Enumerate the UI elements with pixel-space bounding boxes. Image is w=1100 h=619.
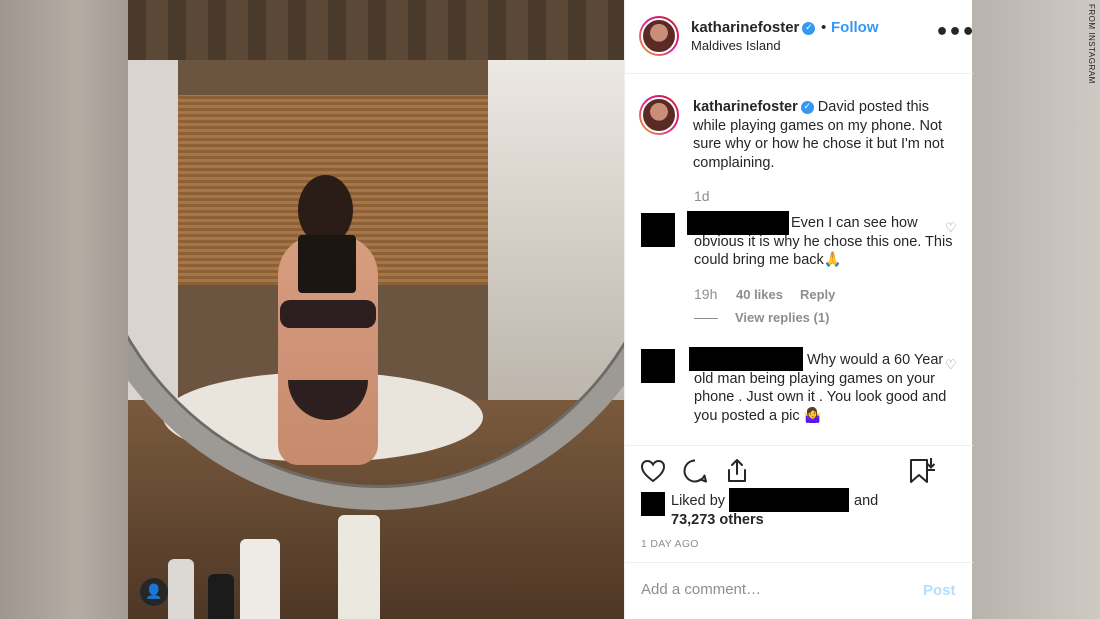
- photo-mirror-frame: [128, 0, 624, 510]
- header-username[interactable]: katharinefoster ✓: [691, 19, 816, 36]
- comment-input[interactable]: [641, 581, 901, 598]
- user-tag-button[interactable]: 👤: [140, 578, 168, 606]
- reply-button[interactable]: Reply: [800, 287, 835, 302]
- likes-count[interactable]: 73,273 others: [671, 512, 764, 528]
- more-options-icon[interactable]: •••: [935, 20, 975, 45]
- redacted-liker-name: [729, 488, 849, 512]
- comment-text: Why would a 60 Year old man being playin…: [694, 352, 947, 424]
- comment-like-icon[interactable]: ♡: [945, 221, 957, 236]
- caption: katharinefoster ✓ David posted this while…: [693, 98, 963, 172]
- comment-text: Even I can see how obvious it is why he …: [694, 215, 953, 268]
- redacted-avatar: [641, 349, 675, 383]
- comment-like-icon[interactable]: ♡: [945, 358, 957, 373]
- save-icon[interactable]: [907, 457, 935, 485]
- image-credit: FROM INSTAGRAM: [1087, 4, 1096, 84]
- screenshot-stage: FROM INSTAGRAM 👤 katharinefoster ✓ • Fol…: [0, 0, 1100, 619]
- reply-divider: [694, 318, 718, 319]
- redacted-avatar: [641, 213, 675, 247]
- post-button[interactable]: Post: [923, 582, 956, 599]
- view-replies-button[interactable]: View replies (1): [735, 310, 829, 325]
- comment-box: Post: [625, 562, 973, 619]
- verified-icon: ✓: [802, 21, 816, 35]
- liked-by-suffix: and: [854, 493, 879, 509]
- header-dot: •: [821, 19, 827, 36]
- redacted-liker-avatar: [641, 492, 665, 516]
- liked-by-prefix: Liked by: [671, 493, 726, 509]
- location-link[interactable]: Maldives Island: [691, 38, 781, 53]
- verified-icon: ✓: [800, 100, 814, 114]
- post-panel: katharinefoster ✓ • Follow Maldives Islan…: [624, 0, 975, 619]
- comment-time[interactable]: 19h: [694, 286, 717, 302]
- comment-icon[interactable]: [681, 457, 709, 485]
- share-icon[interactable]: [723, 457, 751, 485]
- header-avatar[interactable]: [639, 16, 679, 56]
- user-icon: 👤: [145, 584, 163, 600]
- header-username-text[interactable]: katharinefoster: [691, 19, 799, 36]
- heart-icon[interactable]: [639, 457, 667, 485]
- follow-button[interactable]: Follow: [831, 19, 879, 36]
- caption-avatar[interactable]: [639, 95, 679, 135]
- post-photo[interactable]: 👤: [128, 0, 624, 619]
- posted-ago[interactable]: 1 DAY AGO: [641, 538, 699, 550]
- photo-bottles: [168, 510, 388, 619]
- post-header: katharinefoster ✓ • Follow Maldives Islan…: [625, 0, 975, 74]
- comment-likes[interactable]: 40 likes: [736, 287, 783, 302]
- background-left: [0, 0, 128, 619]
- caption-username[interactable]: katharinefoster: [693, 99, 798, 115]
- caption-time[interactable]: 1d: [694, 188, 710, 204]
- background-right: [972, 0, 1100, 619]
